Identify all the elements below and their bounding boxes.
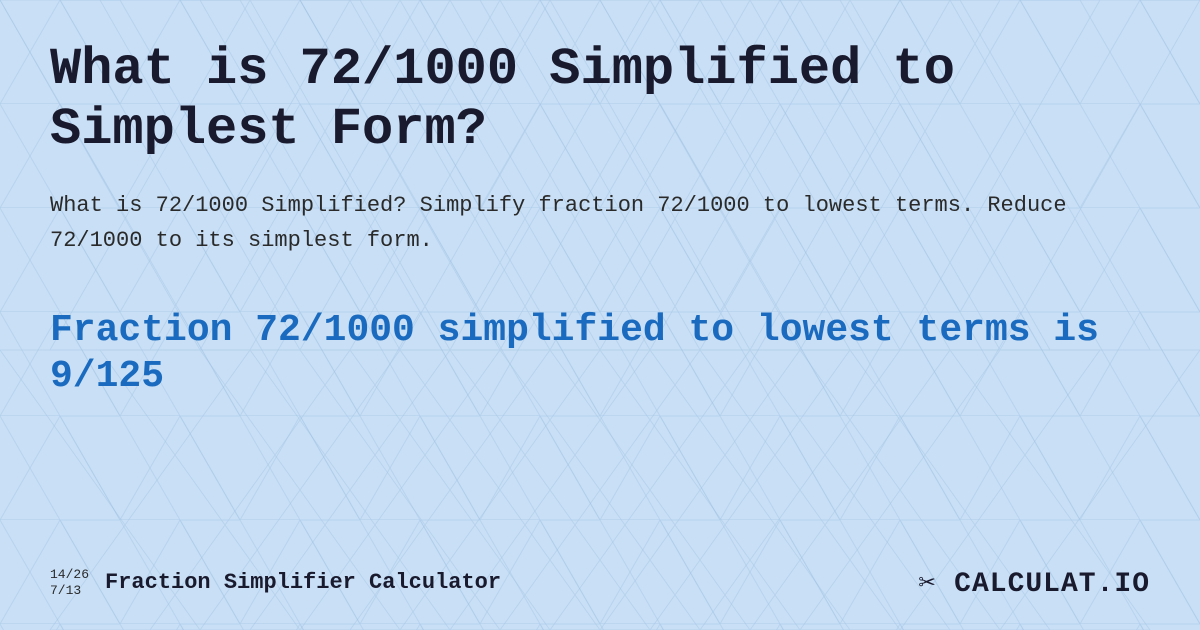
logo-text: ✂ CALCULAT.IO [919, 565, 1151, 600]
fraction-bottom: 7/13 [50, 583, 81, 599]
fraction-top: 14/26 [50, 567, 89, 583]
footer-label: Fraction Simplifier Calculator [105, 570, 501, 595]
footer: 14/26 7/13 Fraction Simplifier Calculato… [50, 555, 1150, 600]
description-text: What is 72/1000 Simplified? Simplify fra… [50, 188, 1150, 258]
logo-area: ✂ CALCULAT.IO [919, 565, 1151, 600]
result-text: Fraction 72/1000 simplified to lowest te… [50, 308, 1150, 399]
footer-fractions: 14/26 7/13 [50, 567, 89, 598]
result-section: Fraction 72/1000 simplified to lowest te… [50, 308, 1150, 399]
page-title: What is 72/1000 Simplified to Simplest F… [50, 40, 1150, 160]
main-content: What is 72/1000 Simplified to Simplest F… [0, 0, 1200, 630]
main-section: What is 72/1000 Simplified to Simplest F… [50, 40, 1150, 555]
